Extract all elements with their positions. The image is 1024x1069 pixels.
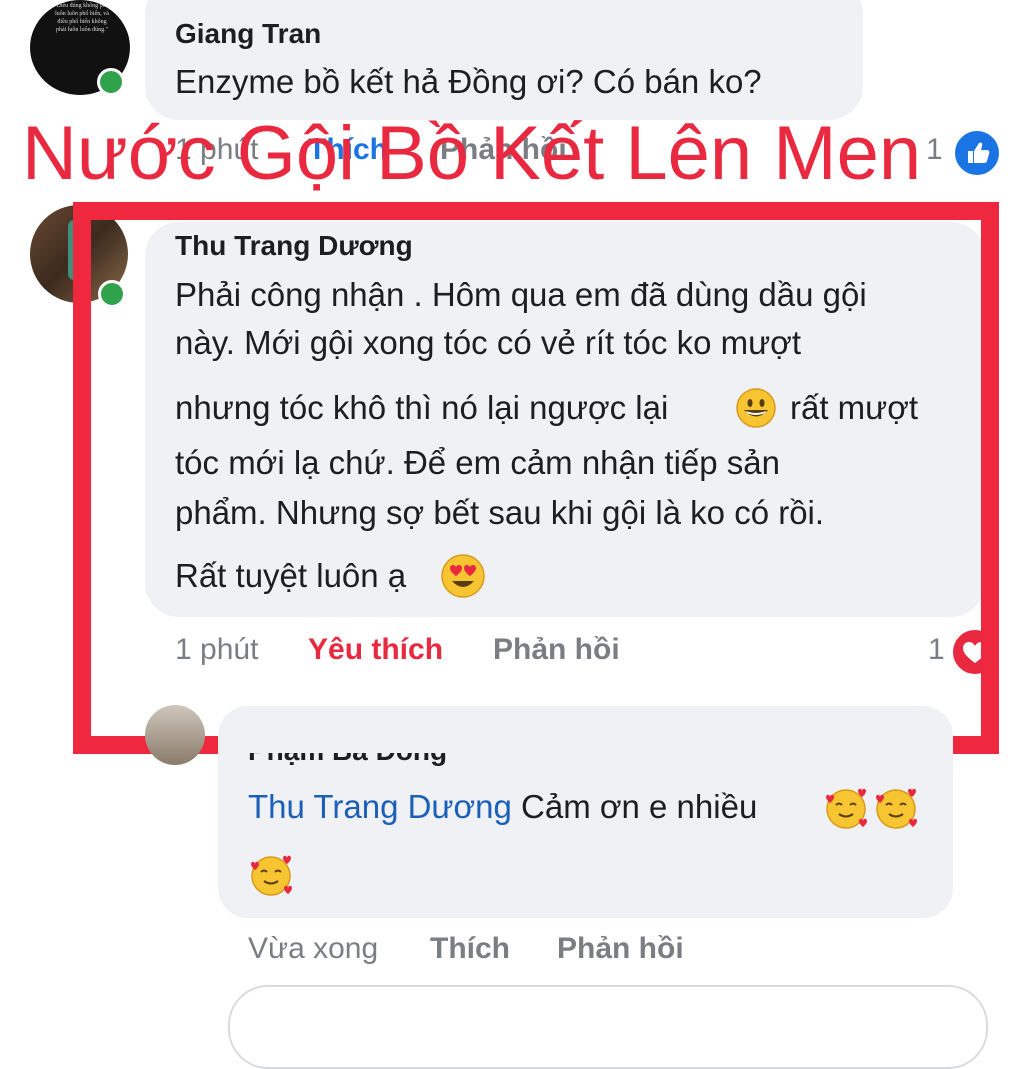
smiling-hearts-emoji — [823, 785, 869, 831]
comment-text: Cảm ơn e nhiều — [521, 788, 758, 825]
comment-text-line: Thu Trang Dương Cảm ơn e nhiều — [248, 787, 757, 827]
reply-input[interactable] — [228, 985, 988, 1069]
comment-time: Vừa xong — [248, 932, 379, 965]
avatar[interactable] — [145, 705, 205, 765]
mention-link[interactable]: Thu Trang Dương — [248, 788, 512, 825]
comment-text: Enzyme bồ kết hả Đồng ơi? Có bán ko? — [175, 63, 762, 100]
like-reaction-icon[interactable] — [952, 128, 1002, 178]
like-link[interactable]: Thích — [430, 932, 510, 966]
smiling-hearts-emoji — [248, 852, 294, 898]
comment-author[interactable]: Giang Tran — [175, 18, 321, 50]
overlay-title: Nước Gội Bồ Kết Lên Men — [22, 111, 922, 196]
smiling-hearts-emoji — [873, 785, 919, 831]
reply-link[interactable]: Phản hồi — [557, 932, 684, 966]
reaction-count: 1 — [926, 133, 943, 166]
online-status-dot — [97, 68, 125, 96]
avatar-quote-text: "Điều đúng không phải luôn luôn phổ biến… — [54, 3, 110, 33]
highlight-box — [73, 202, 999, 754]
